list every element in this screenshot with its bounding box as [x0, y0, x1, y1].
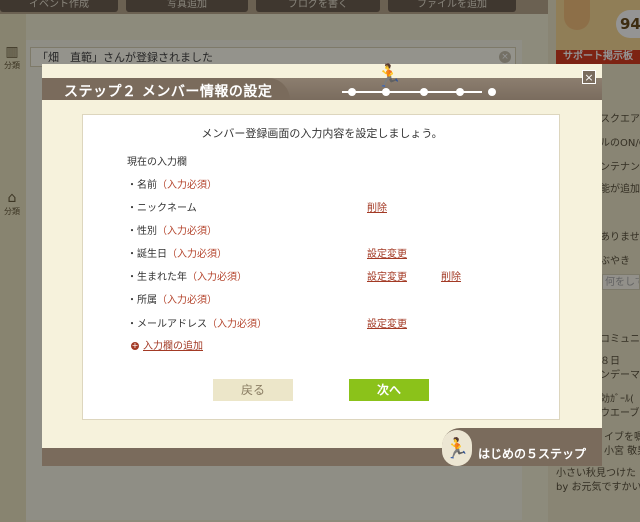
field-row: ・ニックネーム	[127, 199, 197, 214]
change-settings-link[interactable]: 設定変更	[367, 268, 407, 283]
steps-badge-label: はじめの５ステップ	[478, 447, 587, 461]
required-note: （入力必須）	[157, 295, 217, 306]
add-field-label: 入力欄の追加	[143, 341, 203, 352]
field-label: ・所属	[127, 295, 157, 306]
field-label: ・名前	[127, 180, 157, 191]
plus-icon: +	[131, 341, 139, 350]
step-runner-icon: 🏃	[375, 64, 403, 89]
modal-title: ステップ２ メンバー情報の設定	[64, 84, 273, 100]
field-row: ・所属（入力必須）	[127, 291, 217, 306]
step-dot-3	[420, 88, 428, 96]
field-label: ・ニックネーム	[127, 203, 197, 214]
required-note: （入力必須）	[167, 249, 227, 260]
field-row: ・名前（入力必須）	[127, 176, 217, 191]
required-note: （入力必須）	[207, 319, 267, 330]
delete-link[interactable]: 削除	[367, 199, 387, 214]
panel-heading: メンバー登録画面の入力内容を設定しましょう。	[201, 127, 443, 140]
field-label: ・性別	[127, 226, 157, 237]
step-dot-5	[488, 88, 496, 96]
change-settings-link[interactable]: 設定変更	[367, 315, 407, 330]
next-button[interactable]: 次へ	[349, 379, 429, 401]
field-label: ・誕生日	[127, 249, 167, 260]
step-dot-4	[456, 88, 464, 96]
section-label: 現在の入力欄	[127, 157, 187, 168]
delete-link[interactable]: 削除	[441, 268, 461, 283]
add-field-link[interactable]: + 入力欄の追加	[131, 337, 203, 352]
close-button[interactable]: ×	[582, 70, 596, 84]
field-label: ・メールアドレス	[127, 319, 207, 330]
field-row: ・生まれた年（入力必須）	[127, 268, 247, 283]
change-settings-link[interactable]: 設定変更	[367, 245, 407, 260]
field-row: ・性別（入力必須）	[127, 222, 217, 237]
runner-icon: 🏃	[442, 430, 472, 466]
field-label: ・生まれた年	[127, 272, 187, 283]
step-dot-1	[348, 88, 356, 96]
required-note: （入力必須）	[187, 272, 247, 283]
back-button[interactable]: 戻る	[213, 379, 293, 401]
field-row: ・誕生日（入力必須）	[127, 245, 227, 260]
required-note: （入力必須）	[157, 226, 217, 237]
content-panel: メンバー登録画面の入力内容を設定しましょう。 現在の入力欄 ・名前（入力必須） …	[82, 114, 560, 420]
field-row: ・メールアドレス（入力必須）	[127, 315, 267, 330]
required-note: （入力必須）	[157, 180, 217, 191]
setup-modal: ステップ２ メンバー情報の設定 🏃 × メンバー登録画面の入力内容を設定しましょ…	[42, 64, 602, 466]
